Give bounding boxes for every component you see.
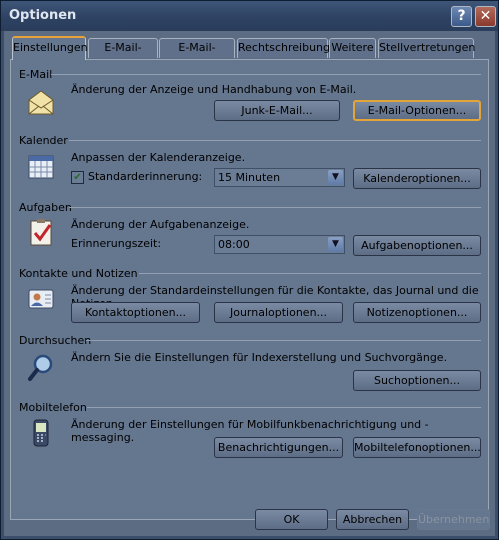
tab-rechtschreibung[interactable]: Rechtschreibung (237, 38, 330, 58)
default-reminder-select[interactable]: 15 Minuten ▼ (214, 168, 345, 187)
contact-options-button[interactable]: Kontaktoptionen... (71, 302, 200, 323)
email-options-button[interactable]: E-Mail-Optionen... (353, 100, 481, 121)
section-divider (69, 207, 481, 208)
tab-stellvertretungen[interactable]: Stellvertretungen (378, 38, 475, 58)
section-divider (139, 273, 481, 274)
reminder-time-label: Erinnerungszeit: (71, 237, 162, 250)
mobile-options-button[interactable]: Mobiltelefonoptionen... (353, 437, 481, 458)
calendar-description: Anpassen der Kalenderanzeige. (71, 151, 246, 164)
section-divider (51, 74, 481, 75)
envelope-icon (28, 90, 54, 115)
email-description: Änderung der Anzeige und Handhabung von … (71, 83, 357, 96)
calendar-icon (28, 155, 54, 179)
default-reminder-label: Standarderinnerung: (88, 170, 203, 183)
section-divider (87, 407, 481, 408)
notifications-button[interactable]: Benachrichtigungen... (214, 437, 343, 458)
chevron-down-icon[interactable]: ▼ (328, 237, 343, 252)
tab-weitere[interactable]: Weitere (329, 38, 376, 58)
chevron-down-icon[interactable]: ▼ (328, 170, 343, 185)
calendar-options-button[interactable]: Kalenderoptionen... (353, 168, 481, 189)
close-button[interactable]: ✕ (475, 6, 496, 27)
settings-panel: E-Mail Änderung der Anzeige und Handhabu… (10, 59, 489, 520)
section-divider (69, 140, 481, 141)
tab-einstellungen[interactable]: Einstellungen (12, 36, 88, 60)
tasks-description: Änderung der Aufgabenanzeige. (71, 218, 250, 231)
section-heading-email: E-Mail (19, 68, 53, 81)
title-bar[interactable]: Optionen ? ✕ (1, 1, 498, 31)
section-heading-tasks: Aufgaben (19, 201, 72, 214)
cancel-button[interactable]: Abbrechen (336, 509, 409, 530)
mobile-phone-icon (33, 419, 49, 447)
default-reminder-value: 15 Minuten (218, 171, 281, 184)
options-dialog: Optionen ? ✕ Einstellungen E-Mail-Setup … (0, 0, 499, 540)
section-heading-search: Durchsuchen (19, 334, 92, 347)
tab-email-format[interactable]: E-Mail-Format (159, 38, 235, 71)
section-divider (86, 340, 481, 341)
tab-email-setup[interactable]: E-Mail-Setup (88, 38, 158, 71)
junk-email-button[interactable]: Junk-E-Mail... (214, 100, 340, 121)
task-clipboard-icon (30, 219, 52, 246)
apply-button[interactable]: Übernehmen (417, 509, 490, 530)
section-heading-calendar: Kalender (19, 134, 68, 147)
default-reminder-checkbox[interactable]: ✔ (71, 171, 84, 184)
reminder-time-select[interactable]: 08:00 ▼ (214, 235, 345, 254)
section-heading-mobile: Mobiltelefon (19, 401, 87, 414)
reminder-time-value: 08:00 (218, 238, 250, 251)
search-options-button[interactable]: Suchoptionen... (353, 370, 481, 391)
magnifier-icon (28, 354, 53, 381)
help-button[interactable]: ? (451, 6, 472, 27)
task-options-button[interactable]: Aufgabenoptionen... (353, 235, 481, 256)
ok-button[interactable]: OK (255, 509, 328, 530)
notes-options-button[interactable]: Notizenoptionen... (353, 302, 481, 323)
dialog-client: Einstellungen E-Mail-Setup E-Mail-Format… (4, 31, 495, 536)
journal-options-button[interactable]: Journaloptionen... (214, 302, 343, 323)
search-description: Ändern Sie die Einstellungen für Indexer… (71, 351, 448, 364)
contact-card-icon (28, 289, 54, 309)
section-heading-contacts: Kontakte und Notizen (19, 267, 138, 280)
window-title: Optionen (9, 8, 77, 23)
